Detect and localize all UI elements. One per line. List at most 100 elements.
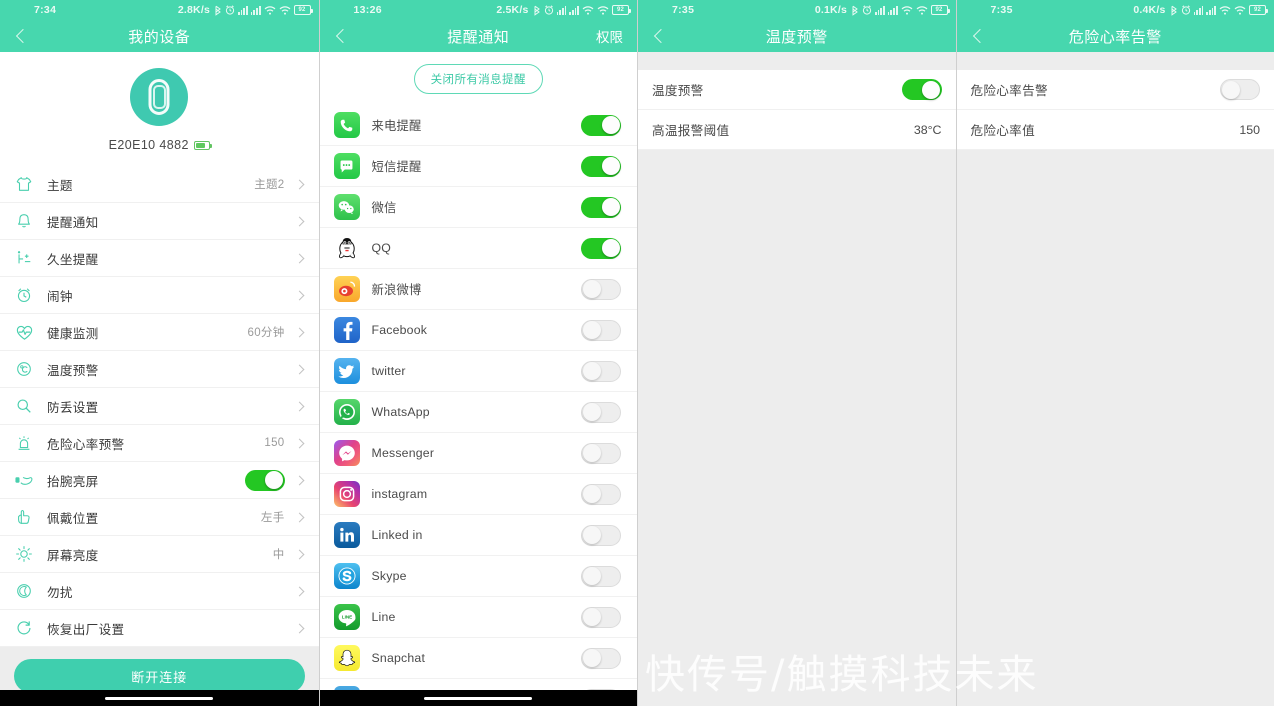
chevron-right-icon <box>293 621 307 635</box>
app-notification-toggle[interactable] <box>581 237 621 259</box>
status-netspeed: 0.4K/s <box>1133 4 1166 16</box>
app-notification-row[interactable]: Linked in <box>319 515 637 556</box>
settings-row-label: 温度预警 <box>652 84 704 98</box>
device-row-label: 闹钟 <box>47 289 73 304</box>
device-row-1[interactable]: 主题 主题2 <box>0 166 319 203</box>
battery-level: 92 <box>935 7 943 13</box>
page-title: 我的设备 <box>128 28 191 46</box>
device-row-8[interactable]: 危险心率预警 150 <box>0 425 319 462</box>
signal-icon-1 <box>238 5 248 15</box>
settings-row[interactable]: 危险心率告警 <box>956 70 1274 110</box>
app-notification-row[interactable]: instagram <box>319 474 637 515</box>
status-netspeed: 2.5K/s <box>496 4 529 16</box>
settings-row-toggle[interactable] <box>901 79 942 100</box>
back-icon[interactable] <box>969 27 987 45</box>
app-notification-row[interactable]: Skype <box>319 556 637 597</box>
device-row-11[interactable]: 屏幕亮度 中 <box>0 536 319 573</box>
device-row-13[interactable]: 恢复出厂设置 <box>0 610 319 647</box>
device-row-label: 久坐提醒 <box>47 252 99 267</box>
device-row-label: 勿扰 <box>47 585 73 600</box>
app-name-label: 短信提醒 <box>371 160 422 174</box>
home-indicator <box>319 690 637 706</box>
app-notification-row[interactable]: WhatsApp <box>319 392 637 433</box>
device-row-2[interactable]: 提醒通知 <box>0 203 319 240</box>
settings-row-toggle[interactable] <box>1220 79 1260 100</box>
app-notification-toggle[interactable] <box>581 524 621 546</box>
status-netspeed: 0.1K/s <box>814 4 847 16</box>
app-notification-list: 来电提醒短信提醒微信 QQ 新浪微博 Facebook twitter WhatsApp M… <box>319 105 637 706</box>
signal-icon-1 <box>875 5 885 15</box>
app-notification-row[interactable]: LINE Line <box>319 597 637 638</box>
back-icon[interactable] <box>650 27 668 45</box>
app-notification-row[interactable]: 短信提醒 <box>319 146 637 187</box>
settings-row[interactable]: 温度预警 <box>638 70 956 110</box>
app-notification-row[interactable]: 来电提醒 <box>319 105 637 146</box>
app-notification-toggle[interactable] <box>581 442 621 464</box>
app-name-label: Line <box>371 610 396 624</box>
app-name-label: Snapchat <box>371 651 426 665</box>
temperature-header: 7:35 0.1K/s 92 温度预警 <box>638 0 956 52</box>
app-notification-toggle[interactable] <box>581 606 621 628</box>
signal-icon-2 <box>887 5 898 15</box>
alarm-icon <box>225 5 235 15</box>
app-notification-toggle[interactable] <box>581 114 621 136</box>
device-row-value: 60分钟 <box>247 327 285 339</box>
wifi-icon-1 <box>264 5 276 15</box>
device-row-10[interactable]: 佩戴位置 左手 <box>0 499 319 536</box>
app-notification-toggle[interactable] <box>581 360 621 382</box>
back-icon[interactable] <box>12 27 30 45</box>
device-row-3[interactable]: 久坐提醒 <box>0 240 319 277</box>
app-notification-row[interactable]: 微信 <box>319 187 637 228</box>
app-notification-row[interactable]: Snapchat <box>319 638 637 679</box>
settings-row[interactable]: 危险心率值 150 <box>956 110 1274 150</box>
disconnect-button[interactable]: 断开连接 <box>14 659 305 693</box>
device-row-6[interactable]: 温度预警 <box>0 351 319 388</box>
device-row-label: 防丢设置 <box>47 400 99 415</box>
hand-icon <box>14 507 34 527</box>
wifi-icon-2 <box>1234 5 1246 15</box>
device-avatar <box>130 68 189 126</box>
status-bar: 7:35 0.4K/s 92 <box>957 0 1274 20</box>
app-name-label: Messenger <box>371 446 435 460</box>
app-notification-toggle[interactable] <box>581 319 621 341</box>
battery-icon: 92 <box>930 5 950 15</box>
app-notification-row[interactable]: 新浪微博 <box>319 269 637 310</box>
notify-navbar: 提醒通知 权限 <box>320 20 638 52</box>
app-notification-toggle[interactable] <box>581 155 621 177</box>
device-row-toggle[interactable] <box>244 469 285 491</box>
permissions-button[interactable]: 权限 <box>596 26 623 46</box>
device-row-9[interactable]: 抬腕亮屏 <box>0 462 319 499</box>
app-notification-toggle[interactable] <box>581 565 621 587</box>
app-notification-toggle[interactable] <box>581 196 621 218</box>
device-row-4[interactable]: 闹钟 <box>0 277 319 314</box>
settings-row-label: 高温报警阈值 <box>652 124 730 138</box>
app-notification-toggle[interactable] <box>581 278 621 300</box>
app-notification-row[interactable]: Facebook <box>319 310 637 351</box>
siren-icon <box>14 433 34 453</box>
settings-row[interactable]: 高温报警阈值 38°C <box>638 110 956 150</box>
app-notification-row[interactable]: Messenger <box>319 433 637 474</box>
alarm-clock-icon <box>14 285 34 305</box>
search-icon <box>14 396 34 416</box>
status-time: 7:35 <box>672 4 695 16</box>
device-header: 7:34 2.8K/s 92 我的设备 <box>0 0 319 52</box>
heartrate-navbar: 危险心率告警 <box>957 20 1274 52</box>
app-name-label: Linked in <box>371 528 423 542</box>
app-notification-toggle[interactable] <box>581 483 621 505</box>
panel-temperature-alert: 7:35 0.1K/s 92 温度预警 温度预警 高温报警阈值 38°C <box>637 0 956 706</box>
chevron-right-icon <box>293 288 307 302</box>
close-all-notifications-button[interactable]: 关闭所有消息提醒 <box>413 64 543 94</box>
page-title: 温度预警 <box>765 28 828 46</box>
back-icon[interactable] <box>332 27 350 45</box>
device-row-12[interactable]: 勿扰 <box>0 573 319 610</box>
app-notification-toggle[interactable] <box>581 401 621 423</box>
app-notification-toggle[interactable] <box>581 647 621 669</box>
app-notification-row[interactable]: QQ <box>319 228 637 269</box>
battery-icon: 92 <box>293 5 313 15</box>
device-row-5[interactable]: 健康监测 60分钟 <box>0 314 319 351</box>
section-gap <box>638 52 956 70</box>
app-notification-row[interactable]: twitter <box>319 351 637 392</box>
page-title: 危险心率告警 <box>1068 28 1162 46</box>
device-row-7[interactable]: 防丢设置 <box>0 388 319 425</box>
device-row-value: 左手 <box>260 512 285 524</box>
